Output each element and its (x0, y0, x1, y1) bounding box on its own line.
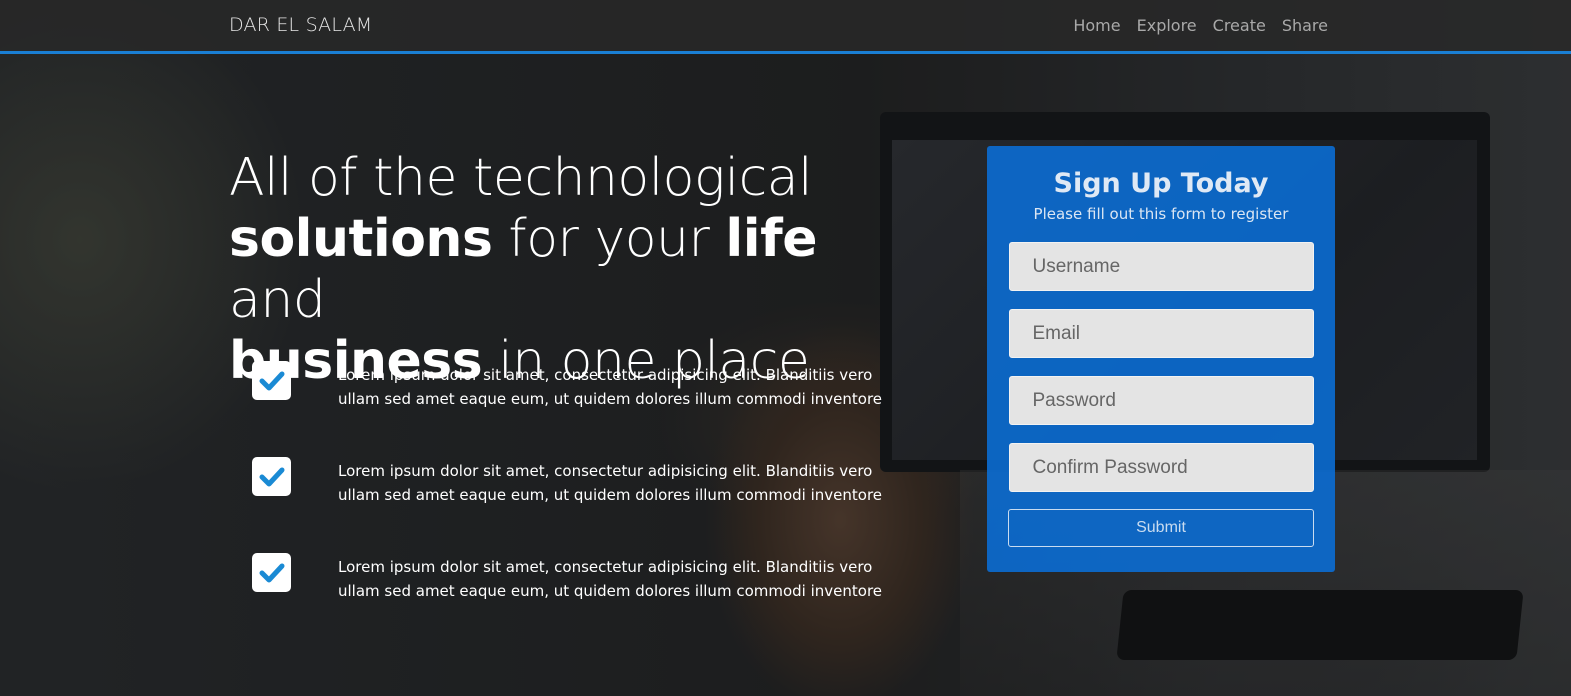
feature-text: Lorem ipsum dolor sit amet, consectetur … (338, 366, 883, 408)
brand-logo[interactable]: DAR EL SALAM (229, 14, 372, 36)
email-input[interactable] (1008, 309, 1314, 358)
password-input[interactable] (1008, 376, 1314, 425)
signup-subtitle: Please fill out this form to register (1033, 205, 1289, 223)
hero-bold-life: life (725, 209, 817, 269)
check-icon (252, 457, 291, 496)
nav-home[interactable]: Home (1073, 16, 1120, 35)
hero-line-1: All of the technological (229, 148, 813, 208)
feature-list: Lorem ipsum dolor sit amet, consectetur … (252, 361, 912, 649)
nav-explore[interactable]: Explore (1137, 16, 1197, 35)
hero-bold-solutions: solutions (229, 209, 493, 269)
nav-links: Home Explore Create Share (1073, 16, 1328, 35)
signup-card: Sign Up Today Please fill out this form … (987, 146, 1335, 572)
feature-item: Lorem ipsum dolor sit amet, consectetur … (252, 361, 912, 457)
signup-fields (987, 242, 1335, 492)
submit-button[interactable]: Submit (1008, 509, 1314, 547)
navbar: DAR EL SALAM Home Explore Create Share (0, 0, 1571, 54)
feature-item: Lorem ipsum dolor sit amet, consectetur … (252, 457, 912, 553)
hero-text-and: and (229, 270, 326, 330)
username-input[interactable] (1008, 242, 1314, 291)
signup-title: Sign Up Today (1053, 168, 1269, 199)
hero-text-for-your: for your (492, 209, 726, 269)
check-icon (252, 361, 291, 400)
hero-heading: All of the technological solutions for y… (229, 148, 909, 392)
feature-item: Lorem ipsum dolor sit amet, consectetur … (252, 553, 912, 649)
feature-text: Lorem ipsum dolor sit amet, consectetur … (338, 558, 883, 600)
feature-text: Lorem ipsum dolor sit amet, consectetur … (338, 462, 883, 504)
confirm-password-input[interactable] (1008, 443, 1314, 492)
nav-create[interactable]: Create (1213, 16, 1266, 35)
check-icon (252, 553, 291, 592)
nav-share[interactable]: Share (1282, 16, 1328, 35)
